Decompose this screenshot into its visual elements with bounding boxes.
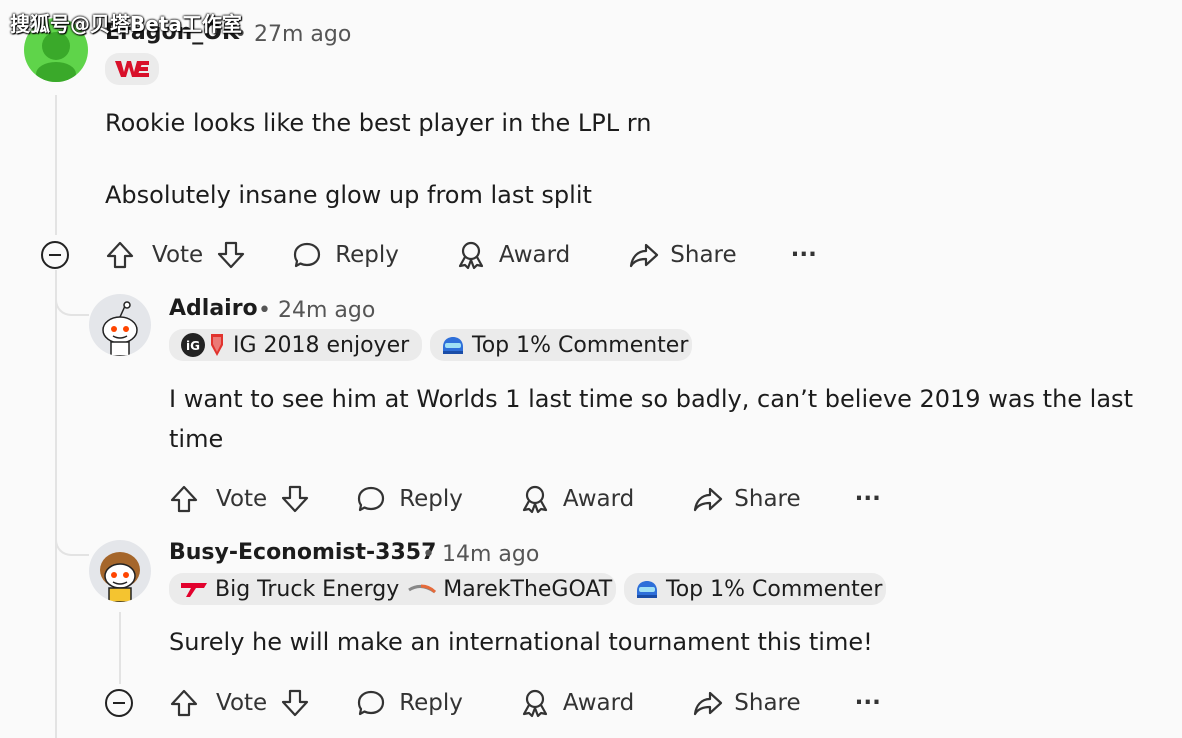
upvote-arrow-icon: [170, 689, 198, 717]
upvote-button[interactable]: [104, 239, 136, 271]
comment-actions: Vote Reply Award Share ···: [168, 479, 881, 519]
comment-meta: • 27m ago: [234, 22, 351, 47]
comment-time[interactable]: 24m ago: [278, 298, 375, 323]
reply-button[interactable]: Reply: [291, 239, 399, 271]
share-label: Share: [734, 690, 801, 716]
comment-username[interactable]: Adlairo: [169, 296, 258, 321]
reply-bubble-icon: [358, 486, 385, 512]
thread-branch-1: [55, 290, 89, 316]
user-flair: iG IG 2018 enjoyer: [169, 329, 422, 361]
comment-meta: • 14m ago: [422, 542, 539, 567]
reply-label: Reply: [335, 242, 399, 268]
top-commenter-badge-icon: [634, 577, 660, 601]
comment-body: Rookie looks like the best player in the…: [105, 103, 1145, 215]
award-label: Award: [562, 690, 635, 716]
thread-line-sub: [119, 612, 121, 684]
user-flair: [105, 53, 159, 85]
avatar[interactable]: [89, 540, 151, 602]
flair-text: MarekTheGOAT: [443, 576, 613, 602]
collapse-thread-button[interactable]: [105, 689, 133, 717]
share-label: Share: [670, 242, 737, 268]
downvote-button[interactable]: [279, 483, 311, 515]
flair-text: Top 1% Commenter: [666, 576, 883, 602]
user-flair: Top 1% Commenter: [624, 573, 886, 605]
reply-label: Reply: [399, 690, 463, 716]
thread-branch-2: [55, 530, 89, 556]
comment-paragraph: Absolutely insane glow up from last spli…: [105, 181, 592, 209]
share-arrow-icon: [630, 243, 659, 268]
award-label: Award: [498, 242, 571, 268]
upvote-arrow-icon: [106, 241, 134, 269]
award-icon: [522, 485, 548, 514]
svg-text:iG: iG: [186, 339, 200, 353]
reply-bubble-icon: [358, 690, 385, 716]
top-commenter-badge-icon: [440, 333, 466, 357]
avatar[interactable]: [89, 294, 151, 356]
award-icon: [522, 689, 548, 718]
flair-text: Big Truck Energy: [215, 576, 400, 602]
downvote-button[interactable]: [279, 687, 311, 719]
award-label: Award: [562, 486, 635, 512]
comment-paragraph: Surely he will make an international tou…: [169, 628, 873, 656]
downvote-button[interactable]: [215, 239, 247, 271]
downvote-arrow-icon: [282, 689, 309, 717]
team-swoosh-logo-icon: [407, 578, 437, 600]
share-button[interactable]: Share: [628, 239, 737, 271]
comment-actions: Vote Reply Award Share ···: [104, 235, 817, 275]
comment-paragraph: I want to see him at Worlds 1 last time …: [169, 385, 1133, 453]
reply-bubble-icon: [294, 242, 321, 268]
reply-button[interactable]: Reply: [355, 687, 463, 719]
team-t1-logo-icon: [179, 578, 209, 600]
meta-separator: •: [422, 542, 435, 567]
user-flair: Big Truck Energy MarekTheGOAT: [169, 573, 616, 605]
collapse-thread-button[interactable]: [41, 241, 69, 269]
share-button[interactable]: Share: [692, 483, 801, 515]
share-arrow-icon: [694, 487, 723, 512]
comment-username[interactable]: Busy-Economist-3357: [169, 540, 436, 565]
team-ig-logo-icon: iG: [179, 331, 227, 359]
share-arrow-icon: [694, 691, 723, 716]
downvote-arrow-icon: [282, 485, 309, 513]
user-flair: Top 1% Commenter: [430, 329, 692, 361]
more-options-button[interactable]: ···: [855, 690, 881, 716]
upvote-button[interactable]: [168, 687, 200, 719]
more-options-button[interactable]: ···: [855, 486, 881, 512]
meta-separator: •: [258, 298, 271, 323]
flair-text: Top 1% Commenter: [472, 332, 689, 358]
comment-paragraph: Rookie looks like the best player in the…: [105, 109, 652, 137]
upvote-arrow-icon: [170, 485, 198, 513]
more-options-button[interactable]: ···: [791, 242, 817, 268]
comment-meta: • 24m ago: [258, 298, 375, 323]
flair-text: IG 2018 enjoyer: [233, 332, 410, 358]
comment-body: I want to see him at Worlds 1 last time …: [169, 379, 1159, 459]
comment-time[interactable]: 27m ago: [254, 22, 351, 47]
team-we-logo-icon: [115, 61, 149, 77]
vote-label: Vote: [216, 486, 268, 512]
vote-label: Vote: [152, 242, 204, 268]
share-label: Share: [734, 486, 801, 512]
vote-label: Vote: [216, 690, 268, 716]
watermark: 搜狐号@贝塔Beta工作室: [10, 12, 242, 36]
reply-button[interactable]: Reply: [355, 483, 463, 515]
award-button[interactable]: Award: [519, 483, 634, 515]
comment-time[interactable]: 14m ago: [442, 542, 539, 567]
award-button[interactable]: Award: [455, 239, 570, 271]
thread-line-main: [55, 95, 57, 235]
award-icon: [458, 241, 484, 270]
thread-line-main-lower: [55, 270, 57, 738]
comment-body: Surely he will make an international tou…: [169, 622, 1159, 662]
upvote-button[interactable]: [168, 483, 200, 515]
award-button[interactable]: Award: [519, 687, 634, 719]
comment-actions: Vote Reply Award Share ···: [168, 683, 881, 723]
downvote-arrow-icon: [218, 241, 245, 269]
reply-label: Reply: [399, 486, 463, 512]
share-button[interactable]: Share: [692, 687, 801, 719]
